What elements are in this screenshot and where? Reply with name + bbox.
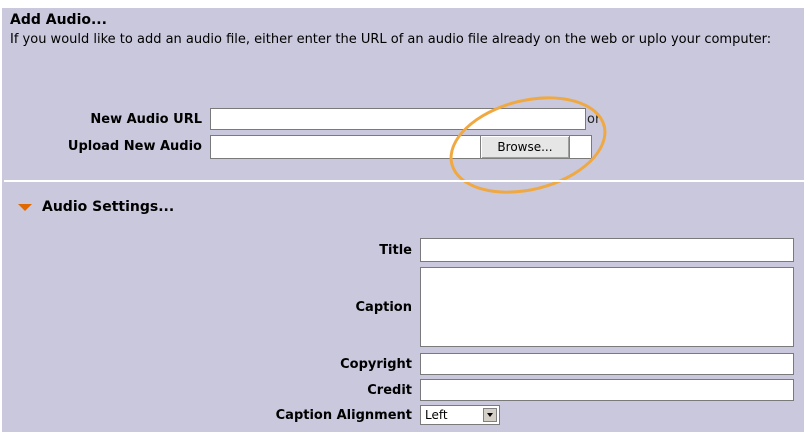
dropdown-arrow-icon[interactable] (483, 408, 497, 422)
audio-settings-title: Audio Settings... (42, 199, 175, 215)
copyright-input[interactable] (420, 353, 794, 375)
or-text: or (587, 112, 601, 127)
audio-settings-toggle[interactable]: Audio Settings... (18, 199, 174, 215)
panel-title: Add Audio... (10, 12, 107, 28)
title-input[interactable] (420, 238, 794, 262)
credit-input[interactable] (420, 379, 794, 401)
section-divider (4, 180, 804, 182)
title-label: Title (379, 243, 412, 258)
caption-label: Caption (355, 300, 412, 315)
panel-description: If you would like to add an audio file, … (10, 32, 772, 47)
caption-textarea[interactable] (420, 267, 794, 347)
collapse-arrow-icon (18, 203, 32, 211)
caption-alignment-value: Left (425, 408, 448, 422)
credit-label: Credit (367, 383, 412, 398)
new-audio-url-label: New Audio URL (90, 112, 202, 127)
caption-alignment-label: Caption Alignment (275, 408, 412, 423)
upload-new-audio-label: Upload New Audio (67, 139, 202, 154)
copyright-label: Copyright (340, 357, 412, 372)
add-audio-panel: Add Audio... If you would like to add an… (0, 8, 804, 432)
new-audio-url-input[interactable] (210, 108, 586, 130)
browse-button[interactable]: Browse... (480, 135, 570, 159)
caption-alignment-select[interactable]: Left (420, 405, 500, 425)
